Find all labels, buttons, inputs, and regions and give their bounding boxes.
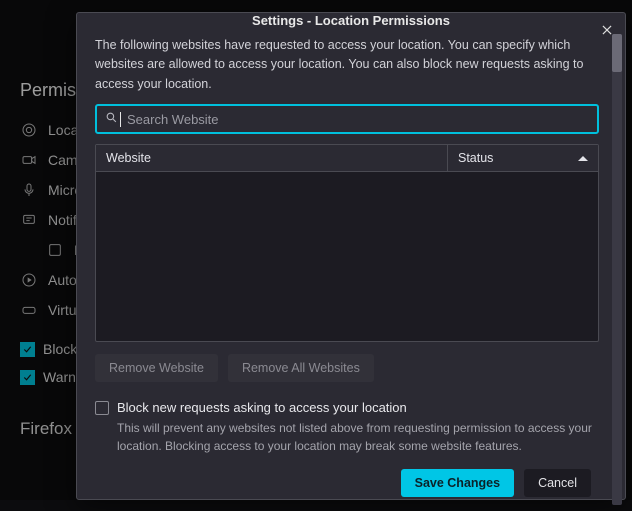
block-new-requests-checkbox[interactable] [95, 401, 109, 415]
scrollbar-track[interactable] [612, 34, 622, 505]
save-changes-button[interactable]: Save Changes [401, 469, 514, 497]
text-caret [120, 112, 121, 127]
block-new-requests-description: This will prevent any websites not liste… [117, 419, 599, 455]
dialog-body: The following websites have requested to… [77, 28, 625, 511]
col-status[interactable]: Status [448, 145, 598, 171]
search-field[interactable] [95, 104, 599, 134]
col-status-label: Status [458, 151, 493, 165]
col-website[interactable]: Website [96, 145, 448, 171]
cancel-button[interactable]: Cancel [524, 469, 591, 497]
location-permissions-dialog: Settings - Location Permissions The foll… [76, 12, 626, 500]
remove-all-websites-button[interactable]: Remove All Websites [228, 354, 374, 382]
dialog-description: The following websites have requested to… [95, 36, 599, 94]
websites-table: Website Status [95, 144, 599, 342]
search-input[interactable] [127, 112, 589, 127]
dialog-footer: Save Changes Cancel [95, 469, 607, 497]
table-header: Website Status [96, 145, 598, 172]
remove-buttons-row: Remove Website Remove All Websites [95, 354, 599, 382]
block-new-requests-row[interactable]: Block new requests asking to access your… [95, 400, 599, 415]
dialog-header: Settings - Location Permissions [77, 13, 625, 28]
block-new-requests-label: Block new requests asking to access your… [117, 400, 407, 415]
remove-website-button[interactable]: Remove Website [95, 354, 218, 382]
sort-ascending-icon [578, 151, 588, 161]
scrollbar-thumb[interactable] [612, 34, 622, 72]
table-body-empty [96, 172, 598, 341]
dialog-title: Settings - Location Permissions [252, 13, 450, 28]
col-website-label: Website [106, 151, 151, 165]
search-icon [105, 111, 118, 127]
